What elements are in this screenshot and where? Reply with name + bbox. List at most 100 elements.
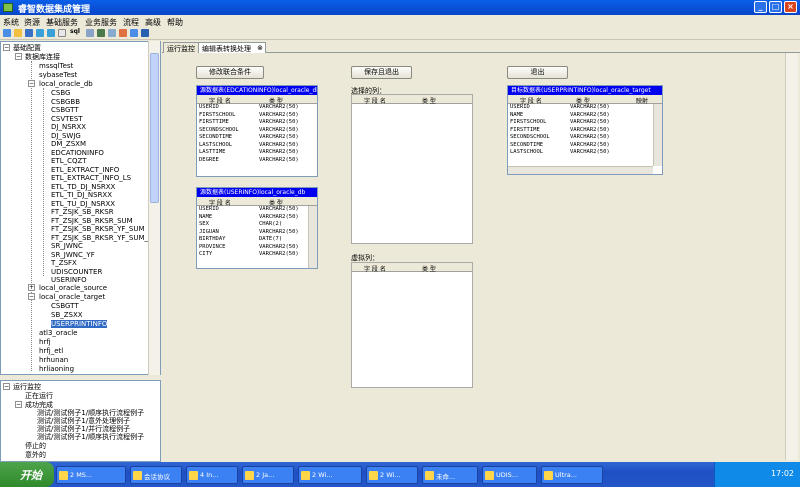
selected-cols-grid[interactable]: 字 段 名类 型 xyxy=(351,94,473,244)
tree-node-conn[interactable]: hrfj xyxy=(39,338,51,346)
collapse-icon[interactable]: − xyxy=(3,44,10,51)
content-scrollbar[interactable] xyxy=(785,53,798,460)
exit-button[interactable]: 退出 xyxy=(507,66,568,79)
tree-node-table-selected[interactable]: USERPRINTINFO xyxy=(51,320,108,328)
tab-monitor[interactable]: 运行监控 xyxy=(163,42,199,53)
tree-node-conn[interactable]: hrfj_etl xyxy=(39,347,63,355)
table-row[interactable]: LASTSCHOOL VARCHAR2(50) xyxy=(197,142,317,150)
tree-node-table[interactable]: FT_ZSJK_SB_RKSR_SUM xyxy=(51,217,133,225)
modify-join-button[interactable]: 修改联合条件 xyxy=(196,66,264,79)
tree-node-table[interactable]: T_ZSFX xyxy=(51,259,77,267)
sql-icon[interactable]: sql xyxy=(70,28,82,36)
taskbar-item[interactable]: Ultra... xyxy=(541,466,603,484)
source-table-grid-1[interactable]: 源数据表(EDCATIONINFO)local_oracle_db 字 段 名类… xyxy=(196,85,318,177)
tree-node-table[interactable]: ETL_TD_DJ_NSRXX xyxy=(51,183,115,191)
tree-node-table[interactable]: FT_ZSJK_SB_RKSR_YF_SUM xyxy=(51,225,145,233)
table-row[interactable]: USERID VARCHAR2(50) xyxy=(197,206,317,214)
tree-node-table[interactable]: DJ_NSRXX xyxy=(51,123,86,131)
taskbar-item[interactable]: 2 Wi... xyxy=(298,466,362,484)
tree-node-process[interactable]: 测试/测试例子1/意外处理例子 xyxy=(37,417,130,425)
tree-node-db-conn[interactable]: 数据库连接 xyxy=(25,53,60,61)
tree-scrollbar[interactable] xyxy=(148,41,160,375)
tree-node-table[interactable]: CSBG xyxy=(51,89,70,97)
close-button[interactable]: × xyxy=(784,1,797,13)
tree-node-table[interactable]: ETL_CQZT xyxy=(51,157,87,165)
taskbar-item[interactable]: 2 Wi... xyxy=(366,466,418,484)
resource-tree[interactable]: − 基础配置 − 数据库连接 mssqlTest sybaseTest − lo… xyxy=(0,41,161,375)
table-row[interactable]: PROVINCE VARCHAR2(50) xyxy=(197,244,317,252)
tree-node-table[interactable]: CSVTEST xyxy=(51,115,83,123)
open-icon[interactable] xyxy=(14,29,22,37)
run-icon[interactable] xyxy=(141,29,149,37)
tree-node-table[interactable]: EDCATIONINFO xyxy=(51,149,104,157)
tree-node-process[interactable]: 测试/测试例子1/顺序执行流程例子 xyxy=(37,409,144,417)
maximize-button[interactable]: □ xyxy=(769,1,782,13)
collapse-icon[interactable]: − xyxy=(3,383,10,390)
tree-node-table[interactable]: SR_JWNC_YF xyxy=(51,251,95,259)
collapse-icon[interactable]: − xyxy=(28,293,35,300)
tree-node-conn[interactable]: hrhunan xyxy=(39,356,68,364)
disk-icon[interactable] xyxy=(58,29,66,37)
table-row[interactable]: CITY VARCHAR2(50) xyxy=(197,251,317,259)
tree-node-table[interactable]: FT_ZSJK_SB_RKSR xyxy=(51,208,114,216)
table-row[interactable]: FIRSTSCHOOL VARCHAR2(50) xyxy=(508,119,662,127)
menu-business-service[interactable]: 业务服务 xyxy=(85,17,117,28)
tree-node-conn[interactable]: sybaseTest xyxy=(39,71,77,79)
table-row[interactable]: SECONDTIME VARCHAR2(50) xyxy=(508,142,662,150)
tree-node-process[interactable]: 测试/测试例子1/并行流程例子 xyxy=(37,425,130,433)
grid-hscrollbar[interactable] xyxy=(508,166,653,174)
tree-node-done[interactable]: 成功完成 xyxy=(25,401,53,409)
taskbar-item[interactable]: 2 MS... xyxy=(56,466,126,484)
table-row[interactable]: FIRSTTIME VARCHAR2(50) xyxy=(508,127,662,135)
col-header-type[interactable]: 类 型 xyxy=(422,96,436,105)
tree-icon[interactable] xyxy=(108,29,116,37)
table-row[interactable]: JIGUAN VARCHAR2(50) xyxy=(197,229,317,237)
col-header-field[interactable]: 字 段 名 xyxy=(364,96,386,105)
tree-node-conn[interactable]: hrliaoning xyxy=(39,365,74,373)
tree-node-table[interactable]: DM_ZSXM xyxy=(51,140,86,148)
tree-node-table[interactable]: ETL_TI_DJ_NSRXX xyxy=(51,191,112,199)
save-exit-button[interactable]: 保存且退出 xyxy=(351,66,412,79)
table-row[interactable]: NAME VARCHAR2(50) xyxy=(508,112,662,120)
tree-node-conn[interactable]: local_oracle_source xyxy=(39,284,107,292)
menu-resource[interactable]: 资源 xyxy=(24,17,40,28)
target-table-grid[interactable]: 目标数据表(USERPRINTINFO)local_oracle_target … xyxy=(507,85,663,175)
table-row[interactable]: USERID VARCHAR2(50) xyxy=(508,104,662,112)
taskbar-item[interactable]: 会话协议 xyxy=(130,466,182,484)
virtual-cols-grid[interactable]: 字 段 名类 型 xyxy=(351,262,473,388)
table-row[interactable]: FIRSTTIME VARCHAR2(50) xyxy=(197,119,317,127)
taskbar-item[interactable]: 4 In... xyxy=(186,466,238,484)
col-header-field[interactable]: 字 段 名 xyxy=(364,264,386,273)
db2-icon[interactable] xyxy=(47,29,55,37)
new-icon[interactable] xyxy=(3,29,11,37)
tree-node-monitor[interactable]: 运行监控 xyxy=(13,383,41,391)
tree-node-table[interactable]: DJ_SWJG xyxy=(51,132,81,140)
tree-node-running[interactable]: 正在运行 xyxy=(25,392,53,400)
table-row[interactable]: DEGREE VARCHAR2(50) xyxy=(197,157,317,165)
tree-node-table[interactable]: ETL_EXTRACT_INFO xyxy=(51,166,119,174)
taskbar-item[interactable]: 未命... xyxy=(422,466,478,484)
table-row[interactable]: SEX CHAR(2) xyxy=(197,221,317,229)
table-row[interactable]: SECONDTIME VARCHAR2(50) xyxy=(197,134,317,142)
tree-node-conn[interactable]: local_oracle_db xyxy=(39,80,93,88)
tree-node-table[interactable]: CSBGTT xyxy=(51,302,79,310)
table-row[interactable]: FIRSTSCHOOL VARCHAR2(50) xyxy=(197,112,317,120)
db-icon[interactable] xyxy=(36,29,44,37)
menu-basic-service[interactable]: 基础服务 xyxy=(46,17,78,28)
table-row[interactable]: USERID VARCHAR2(50) xyxy=(197,104,317,112)
tree-node-table[interactable]: USERINFO xyxy=(51,276,87,284)
table-row[interactable]: NAME VARCHAR2(50) xyxy=(197,214,317,222)
grid-icon[interactable] xyxy=(97,29,105,37)
tree-node-table[interactable]: SB_ZSXX xyxy=(51,311,83,319)
start-button[interactable]: 开始 xyxy=(0,462,54,487)
table-row[interactable]: LASTSCHOOL VARCHAR2(50) xyxy=(508,149,662,157)
tree-node-table[interactable]: ETL_EXTRACT_INFO_LS xyxy=(51,174,131,182)
user-icon[interactable] xyxy=(119,29,127,37)
col-header-type[interactable]: 类 型 xyxy=(422,264,436,273)
monitor-tree[interactable]: − 运行监控 正在运行 − 成功完成 测试/测试例子1/顺序执行流程例子 测试/… xyxy=(0,380,161,462)
table-row[interactable]: LASTTIME VARCHAR2(50) xyxy=(197,149,317,157)
tree-node-root[interactable]: 基础配置 xyxy=(13,44,41,52)
tree-node-stopped[interactable]: 停止的 xyxy=(25,442,46,450)
tree-node-process[interactable]: 测试/测试例子1/顺序执行流程例子 xyxy=(37,433,144,441)
menu-system[interactable]: 系统 xyxy=(3,17,19,28)
